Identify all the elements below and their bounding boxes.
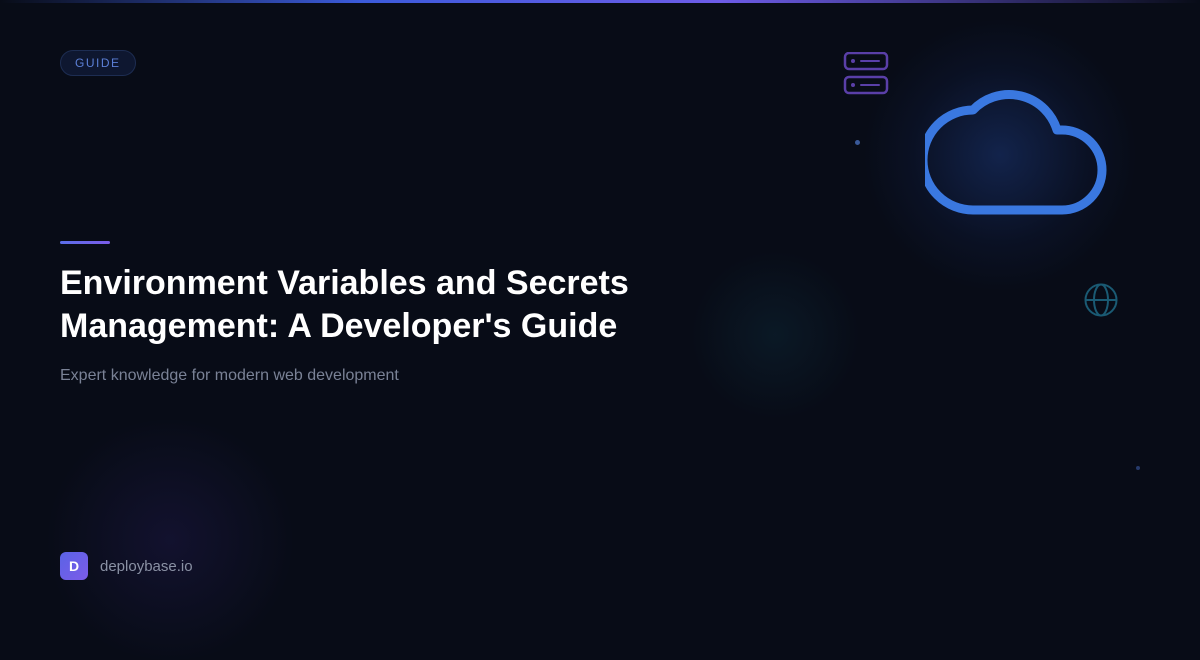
category-badge: GUIDE <box>60 50 136 76</box>
cloud-icon <box>925 90 1107 215</box>
decor-dot <box>855 140 860 145</box>
brand-logo: D <box>60 552 88 580</box>
globe-icon <box>1084 283 1118 317</box>
article-subtitle: Expert knowledge for modern web developm… <box>60 367 399 384</box>
ambient-glow-bottom <box>40 420 300 660</box>
top-accent-bar <box>0 0 1200 3</box>
server-icon <box>843 52 889 95</box>
article-title: Environment Variables and Secrets Manage… <box>60 264 629 345</box>
site-name: deploybase.io <box>100 558 193 575</box>
decor-dot <box>1136 466 1140 470</box>
title-accent-line <box>60 241 110 244</box>
